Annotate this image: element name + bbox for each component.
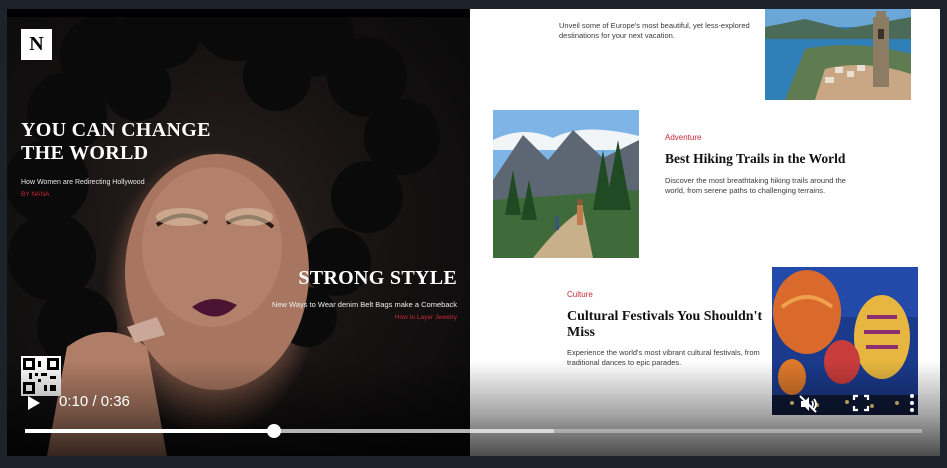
cover-byline: BY NANA xyxy=(21,191,50,198)
mute-button[interactable] xyxy=(797,393,819,415)
volume-muted-icon xyxy=(799,395,817,413)
cover-headline: YOU CAN CHANGE THE WORLD xyxy=(21,119,211,164)
article-category: Culture xyxy=(567,290,593,299)
cover-feature-title: STRONG STYLE xyxy=(298,267,457,289)
play-icon xyxy=(28,396,40,410)
time-display: 0:10 / 0:36 xyxy=(59,393,130,410)
article-title[interactable]: Best Hiking Trails in the World xyxy=(665,151,845,167)
video-player[interactable]: N YOU CAN CHANGE THE WORLD How Women are… xyxy=(7,9,940,456)
article-category: Adventure xyxy=(665,133,702,142)
coastal-town-image xyxy=(765,9,911,100)
more-vertical-icon xyxy=(910,394,914,412)
mountain-trail-image xyxy=(493,110,639,258)
more-options-button[interactable] xyxy=(903,393,921,413)
fullscreen-icon xyxy=(852,394,870,412)
cover-subheadline: How Women are Redirecting Hollywood xyxy=(21,179,145,186)
cover-feature-byline: How to Layer Jewelry xyxy=(394,314,457,321)
play-button[interactable] xyxy=(25,393,43,413)
article-description: Unveil some of Europe's most beautiful, … xyxy=(559,21,750,40)
seek-bar[interactable] xyxy=(25,424,922,438)
cover-feature-subtitle: New Ways to Wear denim Belt Bags make a … xyxy=(271,300,457,309)
seek-bar-played xyxy=(25,429,275,433)
magazine-logo: N xyxy=(21,29,52,60)
article-description: Discover the most breathtaking hiking tr… xyxy=(665,176,846,195)
article-title[interactable]: Cultural Festivals You Shouldn't Miss xyxy=(567,309,767,341)
fullscreen-button[interactable] xyxy=(852,394,870,412)
